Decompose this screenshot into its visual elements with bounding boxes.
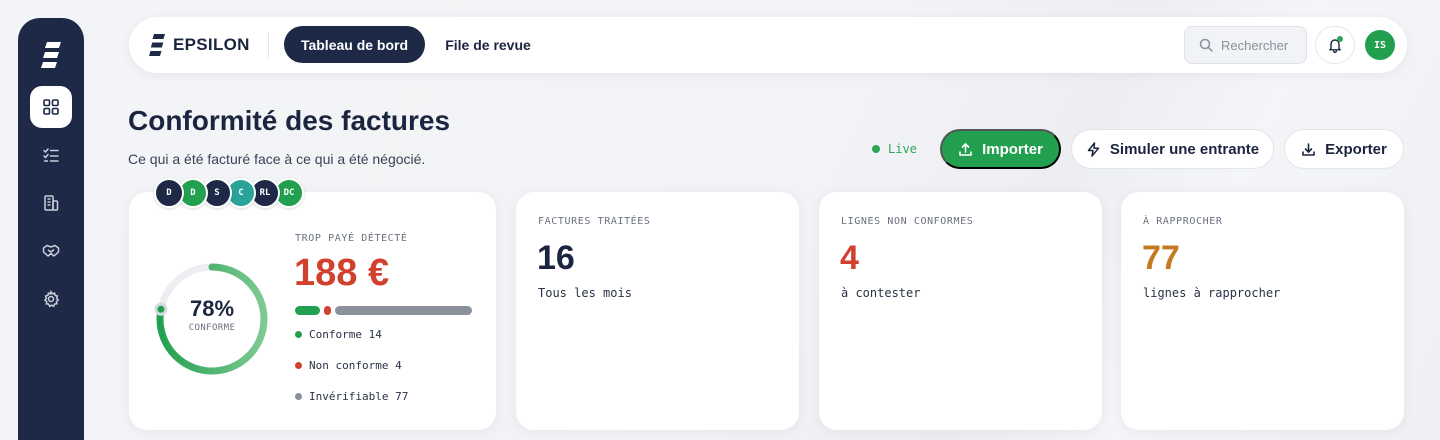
collaborator-avatars[interactable]: D D S C RL DC [154,178,314,208]
overpaid-label: TROP PAYÉ DÉTECTÉ [295,233,408,244]
sidebar [18,18,84,440]
page-subtitle: Ce qui a été facturé face à ce qui a été… [128,151,426,167]
dashboard-grid-icon [43,99,59,115]
kpi-label: LIGNES NON CONFORMES [841,216,974,227]
kpi-value: 77 [1142,239,1180,277]
brand[interactable]: EPSILON [149,34,250,56]
export-label: Exporter [1325,140,1387,158]
simulate-label: Simuler une entrante [1109,140,1260,158]
legend-compliant-label: Conforme 14 [309,328,382,341]
sidebar-item-contracts[interactable] [30,230,72,272]
sidebar-item-dashboard[interactable] [30,86,72,128]
sidebar-item-suppliers[interactable] [30,182,72,224]
epsilon-logo-icon [149,34,165,56]
kpi-card-noncompliant-lines[interactable]: LIGNES NON CONFORMES 4 à contester [819,192,1102,430]
breakdown-bar-segment [295,306,320,315]
breakdown-bar-segment [323,306,331,315]
divider [268,32,269,58]
building-icon [44,195,59,211]
kpi-desc: Tous les mois [538,286,632,300]
kpi-desc: lignes à rapprocher [1143,286,1281,300]
compliance-percent: 78% [189,296,235,321]
search-placeholder: Rechercher [1221,37,1289,53]
sidebar-item-review[interactable] [30,134,72,176]
breakdown-bar [295,306,472,315]
search-input[interactable]: Rechercher [1184,26,1307,64]
epsilon-logo-icon [41,42,61,68]
brand-name: EPSILON [173,35,250,54]
kpi-value: 4 [840,239,859,277]
legend-unverifiable-label: Invérifiable 77 [309,390,409,403]
live-indicator: Live [872,142,917,156]
collaborator-avatar[interactable]: D [154,178,184,208]
legend-noncompliant: Non conforme 4 [295,359,402,372]
legend-compliant: Conforme 14 [295,328,382,341]
user-avatar[interactable]: IS [1365,30,1395,60]
kpi-label: FACTURES TRAITÉES [538,216,651,227]
breakdown-bar-segment [335,306,472,315]
kpi-card-to-reconcile[interactable]: À RAPPROCHER 77 lignes à rapprocher [1121,192,1404,430]
download-icon [1302,142,1315,156]
handshake-icon [42,244,60,257]
legend-dot-red [295,362,302,369]
export-button[interactable]: Exporter [1284,129,1404,169]
lightning-icon [1087,141,1100,157]
tab-dashboard[interactable]: Tableau de bord [284,26,425,63]
legend-dot-gray [295,393,302,400]
live-label: Live [888,142,917,156]
legend-unverifiable: Invérifiable 77 [295,390,408,403]
legend-dot-green [295,331,302,338]
notification-dot [1337,36,1343,42]
sidebar-item-settings[interactable] [30,278,72,320]
compliance-card: 78% CONFORME TROP PAYÉ DÉTECTÉ 188 € Con… [129,192,496,430]
compliance-ring-label: CONFORME [188,323,236,333]
page-title: Conformité des factures [128,105,451,136]
kpi-label: À RAPPROCHER [1143,216,1223,227]
tab-review-queue[interactable]: File de revue [429,26,547,63]
gear-icon [43,290,60,308]
kpi-card-invoices-processed[interactable]: FACTURES TRAITÉES 16 Tous les mois [516,192,799,430]
notifications-button[interactable] [1315,26,1355,64]
simulate-incoming-button[interactable]: Simuler une entrante [1071,129,1274,169]
live-dot [872,145,880,153]
top-bar: EPSILON Tableau de bord File de revue Re… [129,17,1407,73]
overpaid-value: 188 € [294,252,390,294]
kpi-value: 16 [537,239,575,277]
checklist-icon [43,148,59,162]
legend-noncompliant-label: Non conforme 4 [309,359,402,372]
upload-icon [959,142,972,156]
import-label: Importer [982,140,1043,158]
search-icon [1199,38,1213,52]
import-button[interactable]: Importer [940,129,1061,169]
kpi-desc: à contester [841,286,921,300]
